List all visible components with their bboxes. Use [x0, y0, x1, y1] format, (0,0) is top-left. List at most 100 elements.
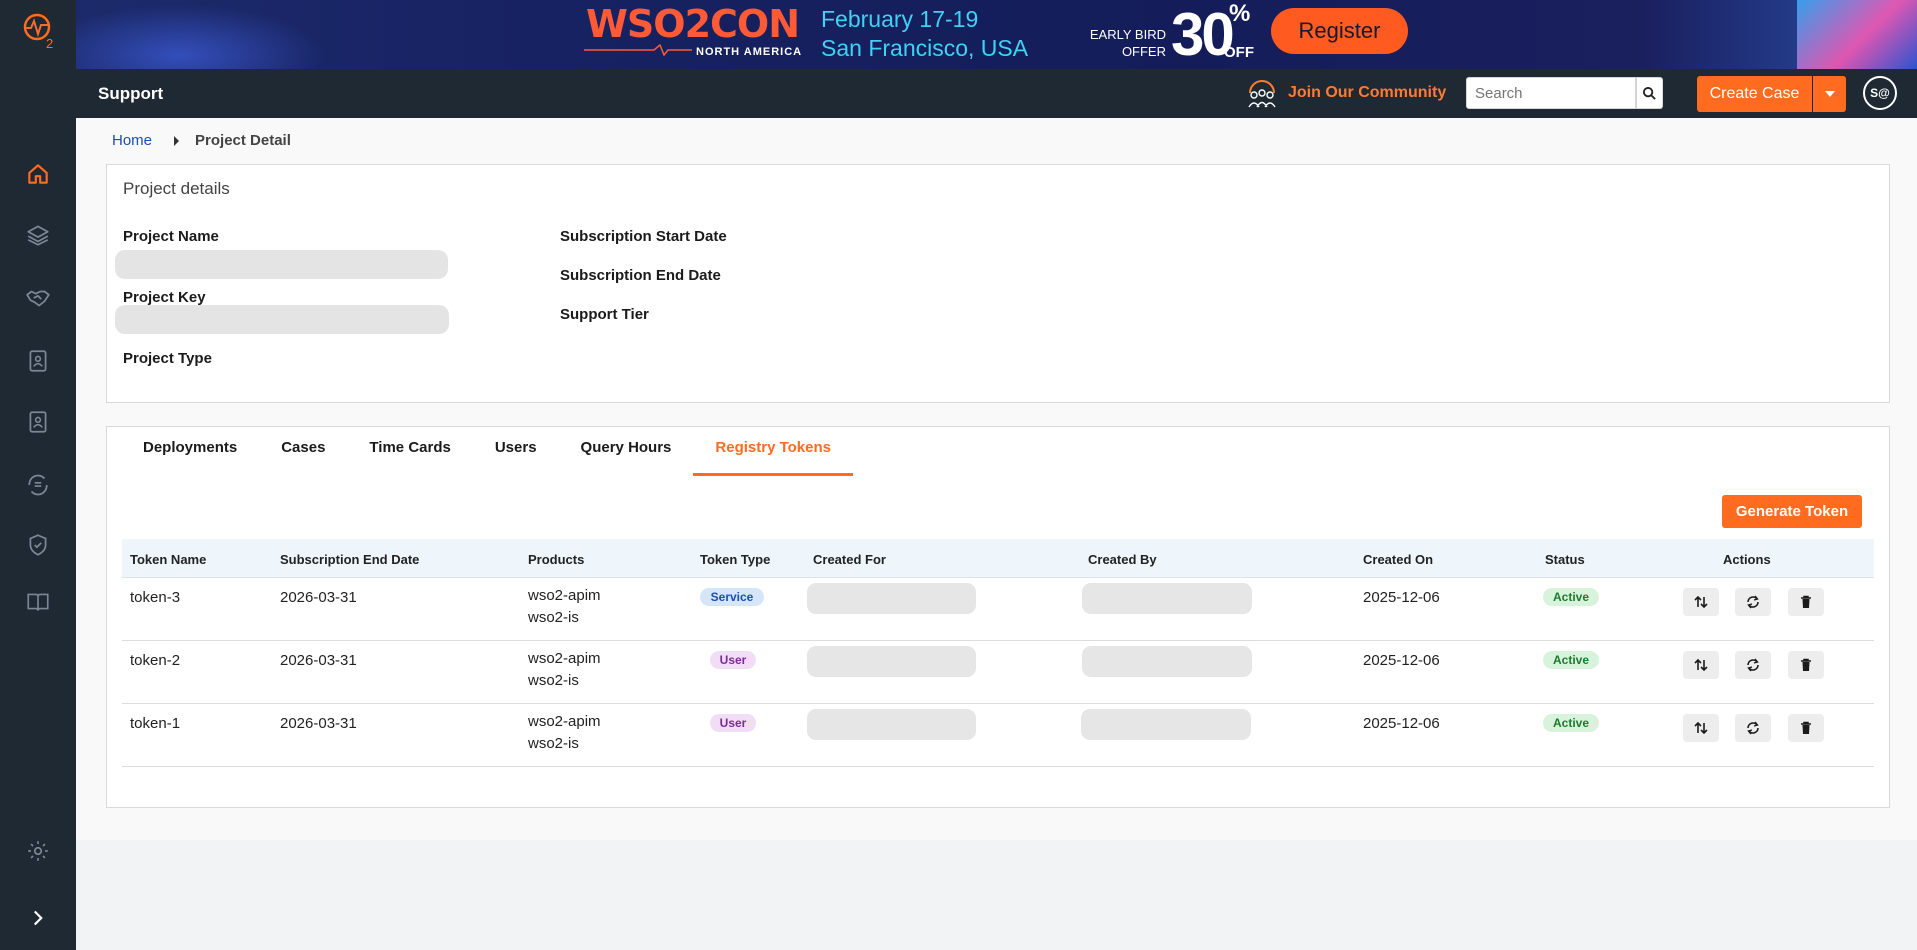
created-on: 2025-12-06: [1363, 652, 1440, 669]
token-name: token-3: [130, 589, 181, 606]
product-item: wso2-apim: [528, 713, 601, 730]
banner-glow-decoration: [76, 0, 336, 69]
subscription-start-label: Subscription Start Date: [560, 228, 727, 245]
create-case-dropdown-button[interactable]: [1813, 76, 1846, 112]
status-badge: Active: [1543, 714, 1599, 732]
shield-check-icon[interactable]: [24, 531, 52, 559]
svg-text:2: 2: [46, 36, 53, 50]
tab-deployments[interactable]: Deployments: [121, 427, 259, 473]
delete-icon: [1801, 721, 1811, 734]
product-item: wso2-apim: [528, 587, 601, 604]
contact-file-icon[interactable]: [24, 347, 52, 375]
tab-users[interactable]: Users: [473, 427, 559, 473]
banner-discount: 30: [1171, 1, 1235, 68]
transfer-arrows-icon: [1694, 658, 1708, 672]
column-header-created-by: Created By: [1088, 552, 1157, 567]
product-item: wso2-is: [528, 735, 579, 752]
delete-token-button[interactable]: [1788, 714, 1824, 742]
token-type-badge: User: [710, 714, 756, 732]
banner-location: San Francisco, USA: [821, 35, 1029, 61]
banner-off: OFF: [1224, 44, 1254, 61]
layers-icon[interactable]: [24, 221, 52, 249]
project-details-title: Project details: [123, 179, 230, 198]
settings-icon[interactable]: [24, 837, 52, 865]
created-by-placeholder: [1082, 646, 1252, 677]
created-for-placeholder: [807, 583, 976, 614]
transfer-token-button[interactable]: [1683, 651, 1719, 679]
breadcrumb-current: Project Detail: [195, 132, 291, 149]
banner-percent: %: [1229, 0, 1251, 27]
tab-query-hours[interactable]: Query Hours: [559, 427, 694, 473]
project-key-label: Project Key: [123, 289, 206, 306]
created-on: 2025-12-06: [1363, 589, 1440, 606]
top-app-bar: Support Join Our Community Create Case S…: [76, 69, 1917, 118]
banner-region: NORTH AMERICA: [696, 46, 803, 58]
transfer-token-button[interactable]: [1683, 714, 1719, 742]
product-item: wso2-apim: [528, 650, 601, 667]
column-header-token-type: Token Type: [700, 552, 771, 567]
delete-token-button[interactable]: [1788, 588, 1824, 616]
register-button[interactable]: Register: [1271, 8, 1408, 54]
status-badge: Active: [1543, 588, 1599, 606]
column-header-products: Products: [528, 552, 585, 567]
tab-time-cards[interactable]: Time Cards: [347, 427, 472, 473]
pulse-line-icon: [584, 44, 692, 56]
promo-banner[interactable]: WSO2CON NORTH AMERICA February 17-19 San…: [76, 0, 1917, 69]
breadcrumb-home-link[interactable]: Home: [112, 132, 152, 149]
user-avatar[interactable]: S@: [1863, 76, 1897, 110]
project-type-label: Project Type: [123, 350, 212, 367]
created-by-placeholder: [1081, 709, 1251, 740]
regenerate-token-button[interactable]: [1735, 588, 1771, 616]
generate-token-button[interactable]: Generate Token: [1722, 495, 1862, 528]
delete-icon: [1801, 595, 1811, 608]
column-header-subscription-end: Subscription End Date: [280, 552, 420, 567]
regenerate-token-button[interactable]: [1735, 651, 1771, 679]
project-details-card: Project details Project Name Project Key…: [106, 164, 1890, 403]
token-type-badge: Service: [700, 588, 764, 606]
subscription-end-date: 2026-03-31: [280, 652, 357, 669]
tab-registry-tokens[interactable]: Registry Tokens: [693, 427, 853, 476]
table-row: token-3 2026-03-31 wso2-apim wso2-is Ser…: [122, 578, 1874, 641]
created-on: 2025-12-06: [1363, 715, 1440, 732]
transfer-token-button[interactable]: [1683, 588, 1719, 616]
transfer-arrows-icon: [1694, 595, 1708, 609]
search-button[interactable]: [1636, 77, 1663, 109]
sync-list-icon[interactable]: [24, 471, 52, 499]
home-icon[interactable]: [24, 160, 52, 188]
table-row: token-2 2026-03-31 wso2-apim wso2-is Use…: [122, 641, 1874, 704]
search-input[interactable]: [1466, 77, 1636, 109]
breadcrumb-separator-icon: [174, 135, 180, 146]
project-tabs-card: Deployments Cases Time Cards Users Query…: [106, 426, 1890, 808]
transfer-arrows-icon: [1694, 721, 1708, 735]
subscription-end-date: 2026-03-31: [280, 715, 357, 732]
wso2-logo-icon[interactable]: 2: [20, 10, 60, 51]
product-item: wso2-is: [528, 609, 579, 626]
community-icon[interactable]: [1244, 77, 1280, 111]
tab-cases[interactable]: Cases: [259, 427, 347, 473]
contact-file-icon[interactable]: [24, 408, 52, 436]
created-for-placeholder: [807, 709, 976, 740]
delete-token-button[interactable]: [1788, 651, 1824, 679]
expand-sidebar-chevron-right-icon[interactable]: [24, 904, 52, 932]
banner-offer-text: EARLY BIRD OFFER: [1082, 26, 1166, 60]
banner-offer-line1: EARLY BIRD: [1089, 27, 1166, 42]
products: wso2-apim wso2-is: [528, 711, 601, 755]
create-case-button[interactable]: Create Case: [1697, 76, 1812, 112]
token-name: token-1: [130, 715, 181, 732]
created-for-placeholder: [807, 646, 976, 677]
subscription-end-date: 2026-03-31: [280, 589, 357, 606]
banner-offer-line2: OFFER: [1121, 44, 1166, 59]
join-community-link[interactable]: Join Our Community: [1288, 84, 1446, 102]
column-header-created-for: Created For: [813, 552, 886, 567]
project-key-value-placeholder: [115, 305, 449, 334]
handshake-icon[interactable]: [24, 284, 52, 312]
table-row: token-1 2026-03-31 wso2-apim wso2-is Use…: [122, 704, 1874, 767]
regenerate-token-button[interactable]: [1735, 714, 1771, 742]
products: wso2-apim wso2-is: [528, 648, 601, 692]
column-header-status: Status: [1545, 552, 1585, 567]
column-header-created-on: Created On: [1363, 552, 1434, 567]
caret-down-icon: [1824, 91, 1835, 97]
products: wso2-apim wso2-is: [528, 585, 601, 629]
token-type-badge: User: [710, 651, 756, 669]
book-icon[interactable]: [24, 588, 52, 616]
